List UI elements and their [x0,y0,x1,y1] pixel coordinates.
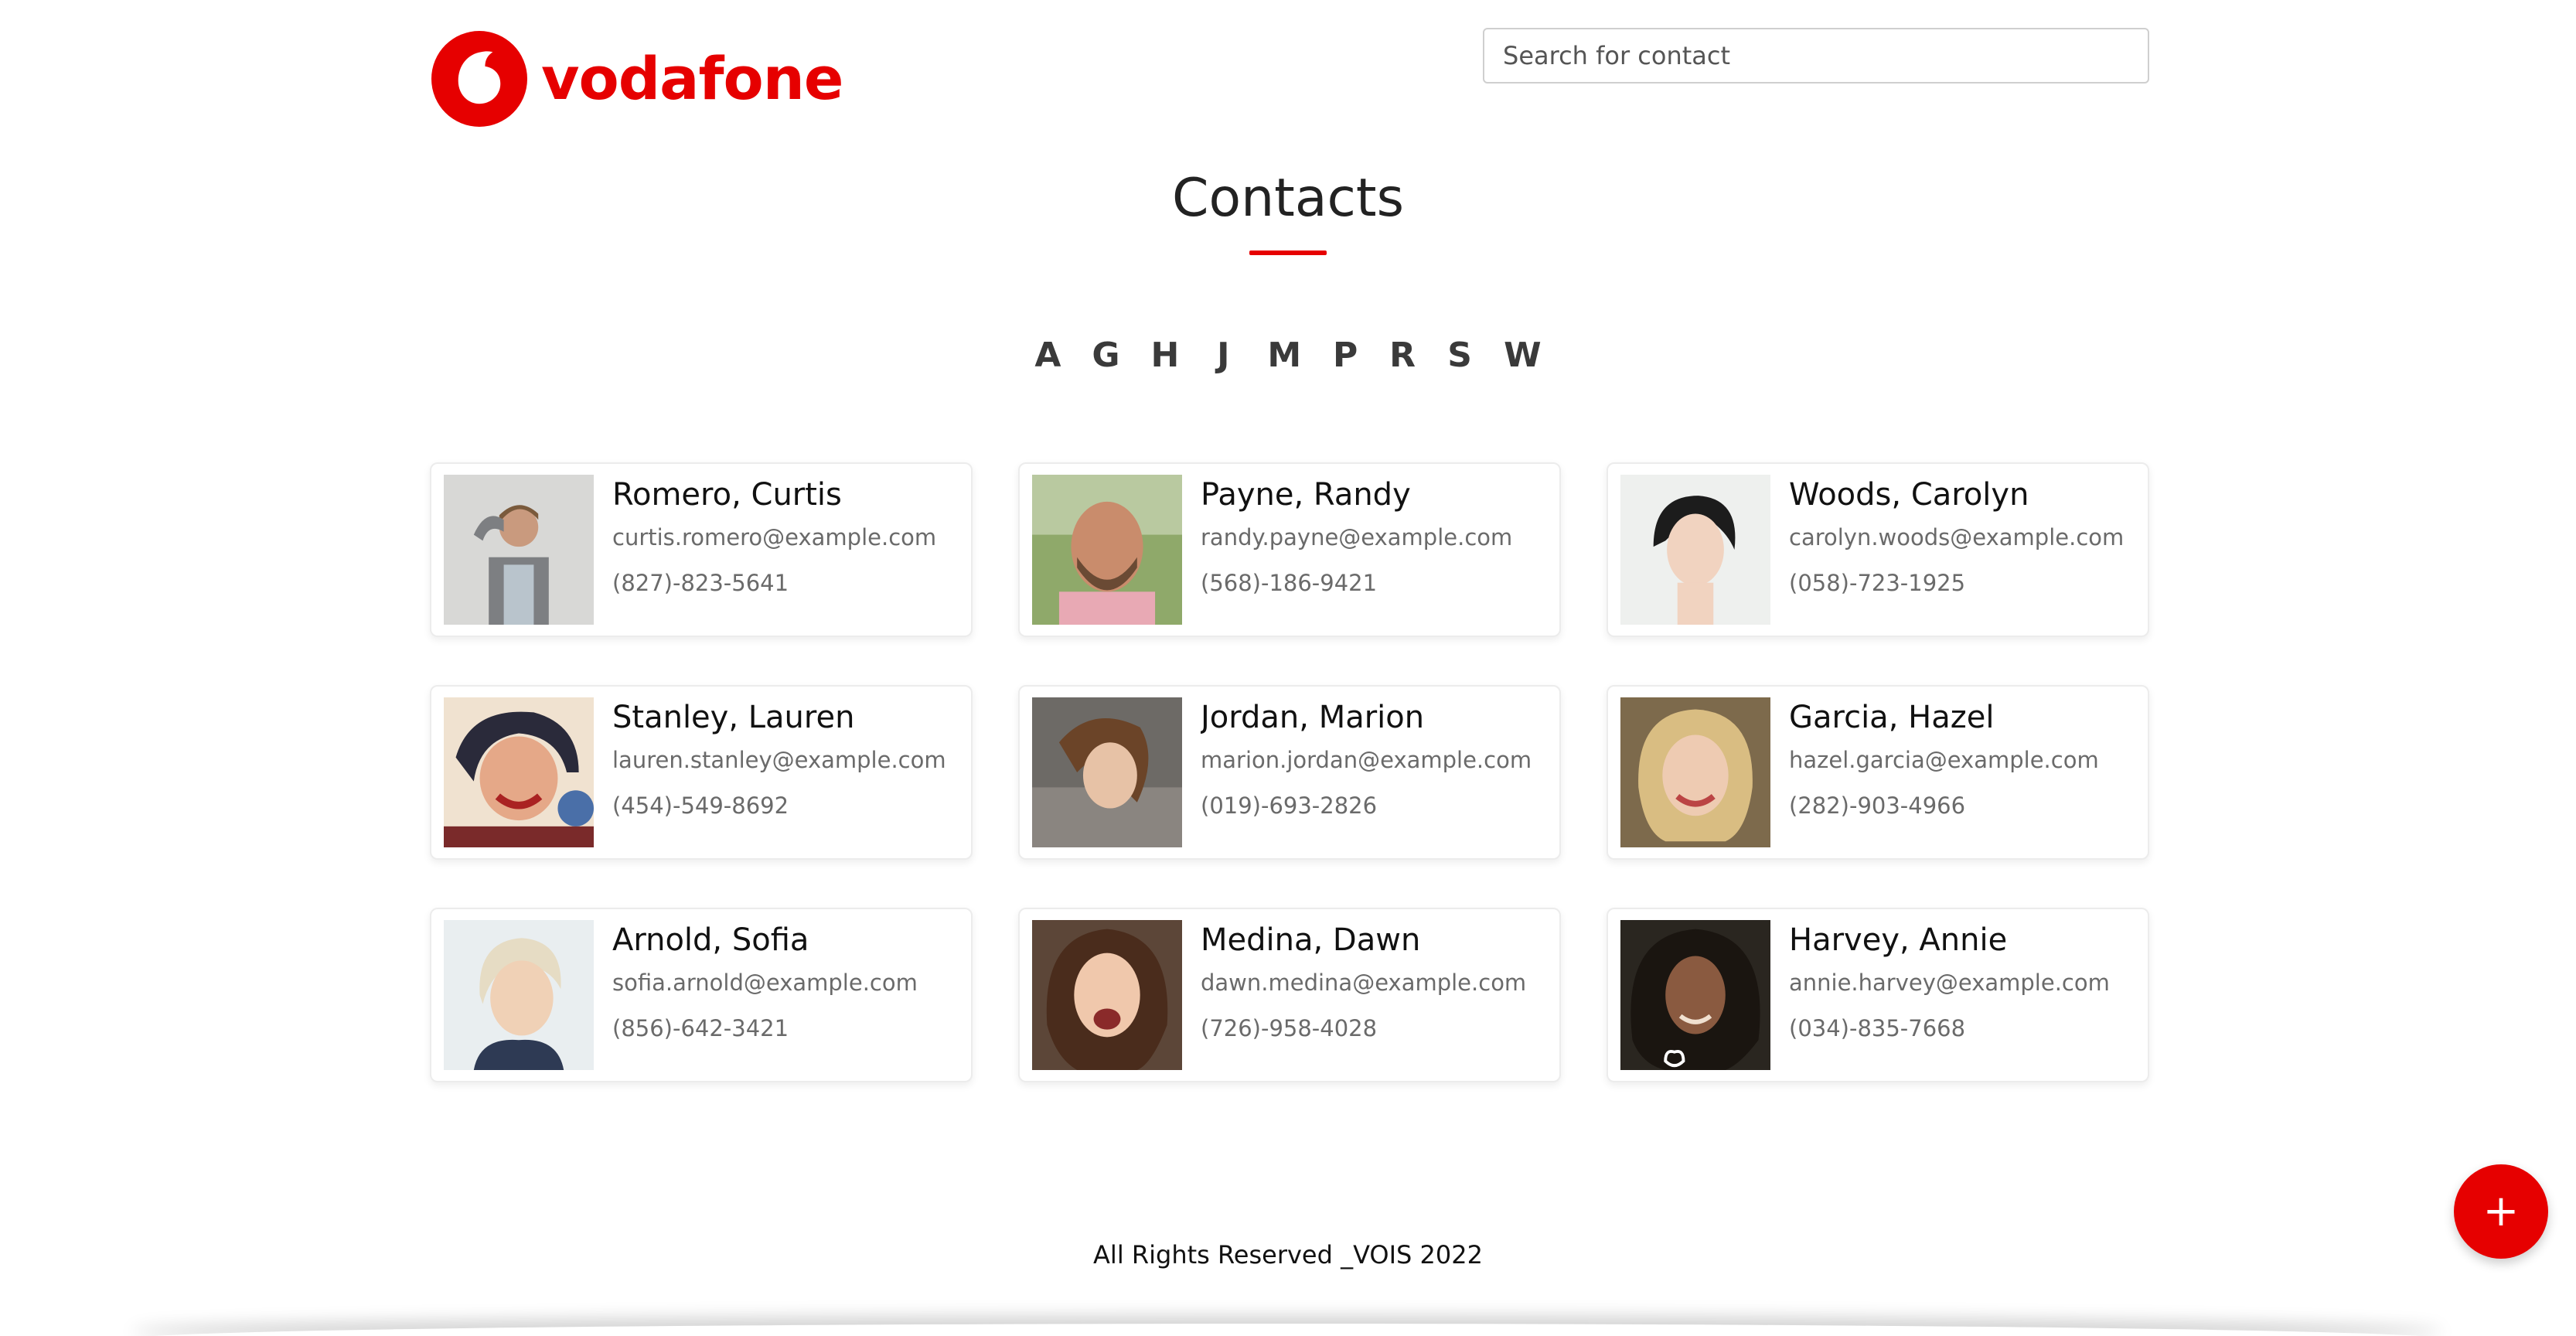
contact-name: Jordan, Marion [1201,700,1425,735]
contact-info: Stanley, Lauren lauren.stanley@example.c… [612,697,946,847]
contact-name: Payne, Randy [1201,477,1411,513]
page: vodafone Contacts A G H J M P R S W Rome… [0,0,2576,1336]
footer-divider [131,1324,2443,1336]
vodafone-logo-icon [431,31,527,127]
alphabet-letter-j[interactable]: J [1210,336,1236,374]
alphabet-letter-p[interactable]: P [1332,336,1358,374]
contact-email: marion.jordan@example.com [1201,747,1532,773]
contact-card[interactable]: Harvey, Annie annie.harvey@example.com (… [1607,908,2149,1082]
contact-info: Harvey, Annie annie.harvey@example.com (… [1789,920,2110,1070]
contact-phone: (282)-903-4966 [1789,792,1966,819]
contact-avatar [1032,697,1182,847]
contact-phone: (034)-835-7668 [1789,1014,1966,1041]
contact-info: Woods, Carolyn carolyn.woods@example.com… [1789,475,2124,625]
contact-info: Jordan, Marion marion.jordan@example.com… [1201,697,1532,847]
search-input[interactable] [1483,28,2149,84]
contact-info: Garcia, Hazel hazel.garcia@example.com (… [1789,697,2099,847]
contact-avatar [444,697,594,847]
contact-phone: (019)-693-2826 [1201,792,1378,819]
contact-name: Woods, Carolyn [1789,477,2029,513]
alphabet-letter-m[interactable]: M [1267,336,1301,374]
alphabet-letter-h[interactable]: H [1151,336,1180,374]
contact-card[interactable]: Payne, Randy randy.payne@example.com (56… [1018,462,1561,637]
plus-icon: + [2482,1186,2520,1236]
contact-avatar [444,475,594,625]
contact-phone: (058)-723-1925 [1789,569,1966,596]
contact-avatar [1620,475,1770,625]
contact-email: randy.payne@example.com [1201,524,1513,550]
contact-name: Garcia, Hazel [1789,700,1995,735]
contact-name: Arnold, Sofia [612,922,809,958]
contact-email: sofia.arnold@example.com [612,970,918,996]
alphabet-letter-g[interactable]: G [1092,336,1119,374]
contact-avatar [1620,697,1770,847]
contact-card[interactable]: Garcia, Hazel hazel.garcia@example.com (… [1607,685,2149,860]
contact-avatar [1032,475,1182,625]
contact-phone: (454)-549-8692 [612,792,789,819]
contact-avatar [444,920,594,1070]
contact-name: Romero, Curtis [612,477,842,513]
contact-email: dawn.medina@example.com [1201,970,1527,996]
contact-avatar [1032,920,1182,1070]
contact-phone: (726)-958-4028 [1201,1014,1378,1041]
contact-email: lauren.stanley@example.com [612,747,946,773]
contact-grid: Romero, Curtis curtis.romero@example.com… [430,462,2149,1082]
contact-phone: (827)-823-5641 [612,569,789,596]
contact-email: annie.harvey@example.com [1789,970,2110,996]
alphabet-letter-w[interactable]: W [1504,336,1542,374]
contact-card[interactable]: Arnold, Sofia sofia.arnold@example.com (… [430,908,973,1082]
contact-card[interactable]: Woods, Carolyn carolyn.woods@example.com… [1607,462,2149,637]
contact-name: Medina, Dawn [1201,922,1421,958]
page-title: Contacts [1172,168,1404,229]
logo-wordmark: vodafone [541,44,843,113]
contact-card[interactable]: Romero, Curtis curtis.romero@example.com… [430,462,973,637]
contact-info: Medina, Dawn dawn.medina@example.com (72… [1201,920,1526,1070]
alphabet-letter-r[interactable]: R [1389,336,1416,374]
contact-email: hazel.garcia@example.com [1789,747,2099,773]
contact-avatar [1620,920,1770,1070]
alphabet-letter-a[interactable]: A [1034,336,1061,374]
contact-email: carolyn.woods@example.com [1789,524,2125,550]
alphabet-filter: A G H J M P R S W [0,336,2576,374]
contact-card[interactable]: Medina, Dawn dawn.medina@example.com (72… [1018,908,1561,1082]
contact-name: Stanley, Lauren [612,700,855,735]
contact-phone: (568)-186-9421 [1201,569,1378,596]
contact-card[interactable]: Jordan, Marion marion.jordan@example.com… [1018,685,1561,860]
contact-info: Romero, Curtis curtis.romero@example.com… [612,475,936,625]
contact-email: curtis.romero@example.com [612,524,937,550]
contact-phone: (856)-642-3421 [612,1014,789,1041]
contact-info: Arnold, Sofia sofia.arnold@example.com (… [612,920,918,1070]
contact-card[interactable]: Stanley, Lauren lauren.stanley@example.c… [430,685,973,860]
contact-name: Harvey, Annie [1789,922,2008,958]
footer-copyright: All Rights Reserved _VOIS 2022 [1093,1240,1483,1270]
contact-info: Payne, Randy randy.payne@example.com (56… [1201,475,1512,625]
vodafone-logo[interactable]: vodafone [431,31,843,127]
title-underline [1249,250,1327,255]
alphabet-letter-s[interactable]: S [1446,336,1473,374]
